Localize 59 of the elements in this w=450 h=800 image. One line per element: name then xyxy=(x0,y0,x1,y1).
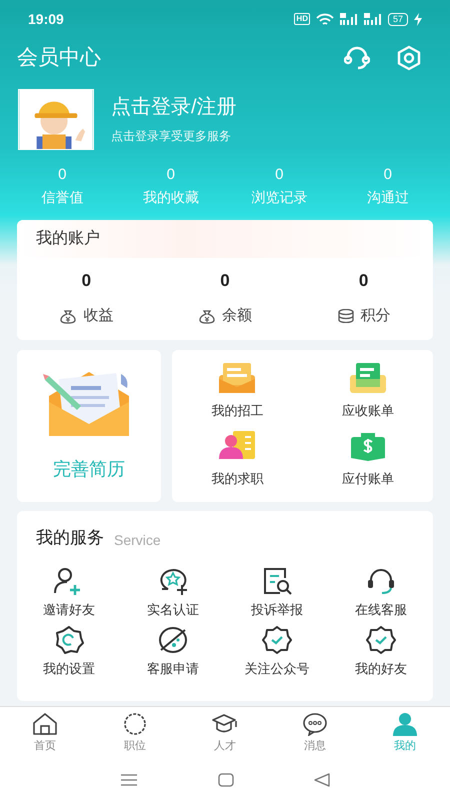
resume-label: 完善简历 xyxy=(53,458,125,481)
menu-icon[interactable] xyxy=(120,773,138,787)
section-subtitle: Service xyxy=(114,530,161,550)
headset-icon[interactable] xyxy=(366,566,396,594)
document-tray-icon[interactable] xyxy=(350,363,386,394)
back-icon[interactable] xyxy=(314,773,330,787)
service-label[interactable]: 邀请好友 xyxy=(43,600,95,618)
section-title: 我的服务 xyxy=(36,527,104,549)
signal-icon xyxy=(340,13,358,25)
check-badge-icon[interactable] xyxy=(366,626,396,654)
service-label[interactable]: 在线客服 xyxy=(355,600,407,618)
hd-badge: HD xyxy=(294,13,310,25)
charging-icon xyxy=(414,12,422,26)
stat-value: 0 xyxy=(166,166,175,184)
gear-icon[interactable] xyxy=(54,626,84,654)
service-label[interactable]: 实名认证 xyxy=(147,600,199,618)
account-value: 0 xyxy=(358,270,368,291)
stat-value: 0 xyxy=(58,166,66,184)
shortcut-label[interactable]: 我的求职 xyxy=(211,469,264,489)
shortcut-label[interactable]: 应付账单 xyxy=(342,469,394,489)
login-hint: 点击登录享受更多服务 xyxy=(111,128,232,144)
settings-icon[interactable] xyxy=(396,45,422,71)
status-time: 19:09 xyxy=(28,10,64,28)
money-bag-icon xyxy=(59,308,78,324)
wifi-icon xyxy=(316,12,334,26)
account-label[interactable]: 余额 xyxy=(222,304,252,328)
check-badge-icon[interactable] xyxy=(262,626,292,654)
page-title: 会员中心 xyxy=(17,45,101,72)
service-label[interactable]: 客服申请 xyxy=(147,660,199,676)
tab-item[interactable]: 消息 xyxy=(270,707,360,760)
account-label[interactable]: 收益 xyxy=(83,304,114,328)
card-title: 我的账户 xyxy=(36,228,100,249)
service-label[interactable]: 我的好友 xyxy=(355,660,407,676)
person-icon xyxy=(392,712,418,736)
signal-icon xyxy=(364,13,382,25)
wallet-icon[interactable] xyxy=(350,431,385,462)
home-icon xyxy=(32,712,58,736)
document-search-icon[interactable] xyxy=(262,566,292,594)
person-list-icon[interactable] xyxy=(219,431,256,462)
money-bag-icon xyxy=(198,308,216,324)
chat-bubble-icon xyxy=(302,712,328,736)
account-value: 0 xyxy=(220,270,230,291)
coin-stack-icon xyxy=(336,309,355,323)
stat-value: 0 xyxy=(275,166,284,184)
service-label[interactable]: 投诉举报 xyxy=(251,600,303,618)
battery-level: 57 xyxy=(388,12,408,26)
tab-item[interactable]: 人才 xyxy=(180,707,270,760)
shortcut-label[interactable]: 我的招工 xyxy=(211,401,264,421)
service-label[interactable]: 关注公众号 xyxy=(244,660,310,676)
home-button-icon[interactable] xyxy=(218,773,234,787)
service-label[interactable]: 我的设置 xyxy=(43,660,95,676)
account-label[interactable]: 积分 xyxy=(360,304,391,328)
stat-value: 0 xyxy=(384,166,392,184)
tab-item[interactable]: 首页 xyxy=(0,707,90,760)
account-value: 0 xyxy=(82,270,92,291)
circle-icon xyxy=(122,712,148,736)
badge-plus-icon[interactable] xyxy=(158,566,188,594)
tab-item[interactable]: 职位 xyxy=(90,707,180,760)
shortcut-label[interactable]: 应收账单 xyxy=(342,401,394,421)
